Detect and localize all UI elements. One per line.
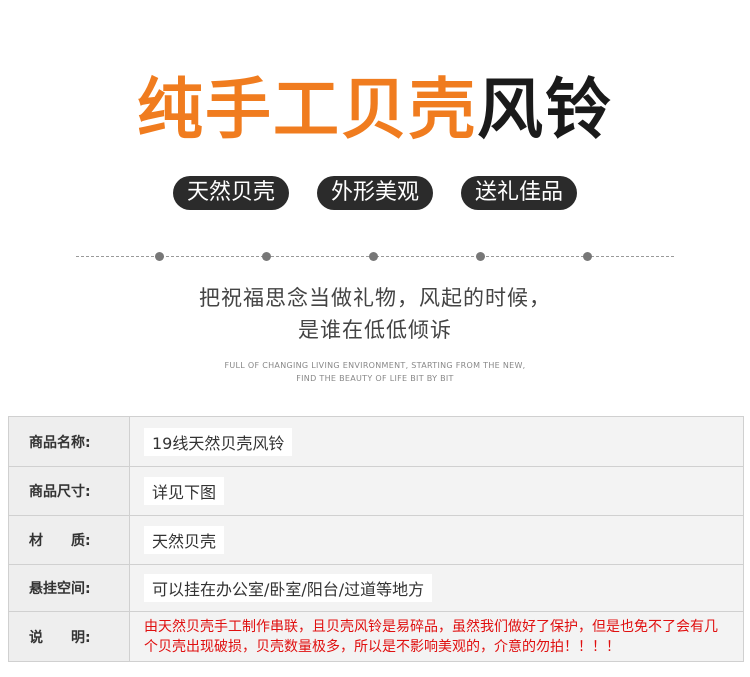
table-row: 商品尺寸: 详见下图 bbox=[8, 466, 744, 516]
english-line-1: FULL OF CHANGING LIVING ENVIRONMENT, STA… bbox=[224, 361, 526, 370]
product-title: 纯手工贝壳风铃 bbox=[0, 70, 750, 150]
spec-table: 商品名称: 19线天然贝壳风铃 商品尺寸: 详见下图 材 质: 天然贝壳 悬挂空… bbox=[8, 416, 744, 662]
divider-dot bbox=[369, 252, 378, 261]
title-orange-text: 纯手工贝壳 bbox=[137, 71, 477, 148]
spec-value: 19线天然贝壳风铃 bbox=[144, 427, 293, 456]
english-line-2: FIND THE BEAUTY OF LIFE BIT BY BIT bbox=[296, 374, 454, 383]
table-row: 材 质: 天然贝壳 bbox=[8, 515, 744, 565]
spec-value: 天然贝壳 bbox=[144, 526, 225, 554]
tagline-line-1: 把祝福思念当做礼物，风起的时候， bbox=[199, 286, 551, 310]
spec-value: 详见下图 bbox=[144, 477, 225, 505]
spec-label: 商品名称: bbox=[8, 416, 130, 467]
table-row: 说 明: 由天然贝壳手工制作串联，且贝壳风铃是易碎品，虽然我们做好了保护，但是也… bbox=[8, 611, 744, 662]
spec-label: 悬挂空间: bbox=[8, 564, 130, 612]
divider-dot bbox=[583, 252, 592, 261]
feature-tags: 天然贝壳 外形美观 送礼佳品 bbox=[0, 176, 750, 210]
spec-label: 商品尺寸: bbox=[8, 466, 130, 516]
table-row: 悬挂空间: 可以挂在办公室/卧室/阳台/过道等地方 bbox=[8, 564, 744, 612]
spec-label: 说 明: bbox=[8, 611, 130, 662]
divider-dot bbox=[262, 252, 271, 261]
feature-tag: 外形美观 bbox=[316, 176, 433, 210]
divider-dot bbox=[155, 252, 164, 261]
title-black-text: 风铃 bbox=[477, 71, 613, 148]
spec-note: 由天然贝壳手工制作串联，且贝壳风铃是易碎品，虽然我们做好了保护，但是也免不了会有… bbox=[129, 611, 744, 662]
feature-tag: 天然贝壳 bbox=[172, 176, 289, 210]
divider-dot bbox=[476, 252, 485, 261]
spec-label: 材 质: bbox=[8, 515, 130, 565]
feature-tag: 送礼佳品 bbox=[461, 176, 578, 210]
spec-value: 可以挂在办公室/卧室/阳台/过道等地方 bbox=[144, 574, 433, 602]
table-row: 商品名称: 19线天然贝壳风铃 bbox=[8, 416, 744, 467]
tagline-line-2: 是谁在低低倾诉 bbox=[298, 318, 452, 342]
